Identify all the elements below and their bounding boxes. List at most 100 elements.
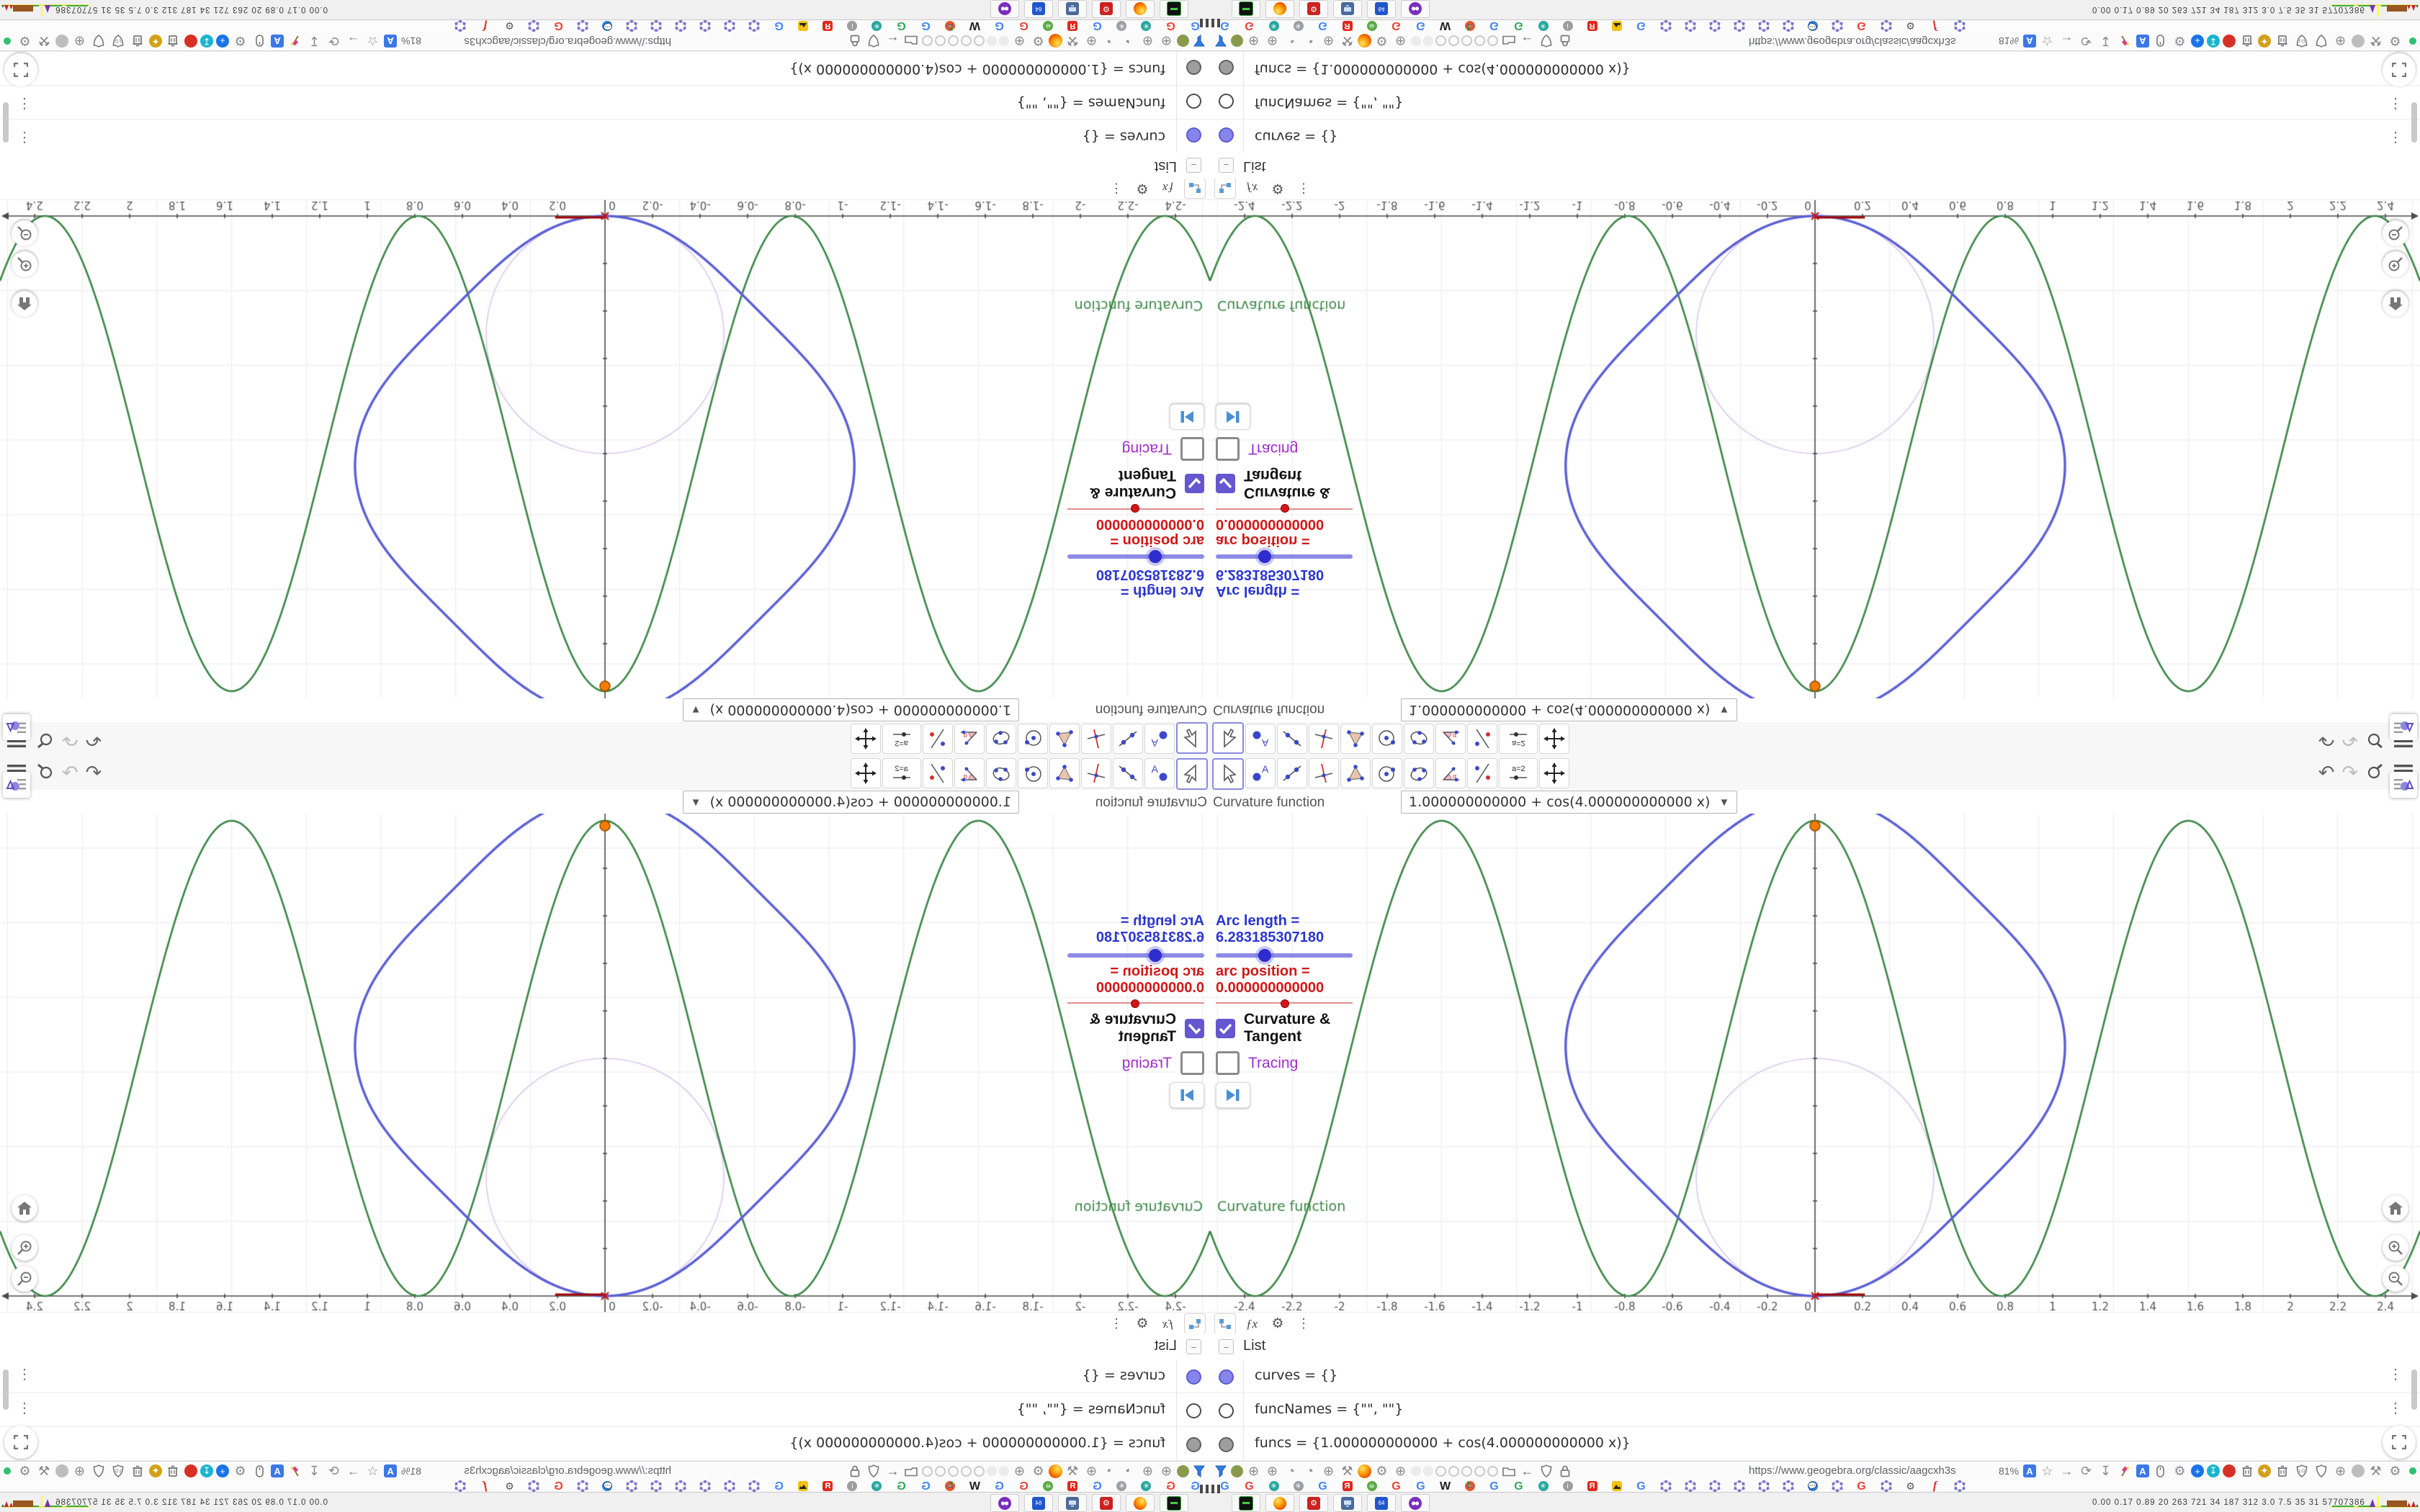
browser-action-icon[interactable]: ⚒ xyxy=(36,1462,53,1480)
conic-tool[interactable] xyxy=(986,724,1016,754)
reflect-tool[interactable] xyxy=(923,758,953,788)
search-icon[interactable] xyxy=(35,761,55,785)
address-bar-url[interactable]: https://www.geogebra.org/classic/aagcxh3… xyxy=(1749,35,1956,48)
bookmark-favicon[interactable]: f xyxy=(476,20,494,32)
bookmark-favicon[interactable]: i xyxy=(843,1481,861,1492)
fx-icon[interactable]: ƒx xyxy=(1158,1314,1178,1333)
bookmark-favicon[interactable] xyxy=(1706,20,1724,32)
mouse-icon[interactable] xyxy=(2152,1462,2169,1480)
slider-tool[interactable]: a=2 xyxy=(1499,724,1538,754)
gear-icon[interactable]: ⚙ xyxy=(1030,32,1047,50)
visibility-marble[interactable] xyxy=(1219,1369,1234,1385)
browser-action-icon[interactable]: ⊕ xyxy=(71,32,88,50)
kebab-icon[interactable]: ⋮ xyxy=(17,1399,32,1417)
browser-action-icon[interactable]: ⊕ xyxy=(2332,1462,2349,1480)
bookmark-favicon[interactable]: 🦆 xyxy=(941,1481,959,1492)
bookmark-favicon[interactable]: G xyxy=(990,1480,1008,1493)
arc-length-slider[interactable] xyxy=(1067,949,1204,962)
browser-action-icon[interactable]: → xyxy=(2058,32,2075,50)
bookmark-favicon[interactable]: G xyxy=(917,20,935,32)
taskbar-app-terminal[interactable] xyxy=(1160,0,1188,18)
lock-icon[interactable] xyxy=(847,1462,864,1480)
shield-icon[interactable] xyxy=(2313,32,2329,50)
visibility-marble[interactable] xyxy=(1219,1437,1234,1452)
dropdown-caret-icon[interactable]: ▼ xyxy=(691,796,702,809)
shield-icon[interactable]: LO xyxy=(2293,32,2310,50)
browser-action-icon[interactable]: ⚙ xyxy=(2387,32,2403,50)
kebab-icon[interactable]: ⋮ xyxy=(17,1365,32,1383)
home-button[interactable] xyxy=(12,291,37,317)
gear-icon[interactable]: ⚙ xyxy=(1132,179,1152,198)
kebab-icon[interactable]: ⋮ xyxy=(2388,95,2403,113)
bookmark-favicon[interactable]: G xyxy=(1412,1480,1430,1492)
bookmark-favicon[interactable]: ✳ xyxy=(868,21,886,32)
bookmark-favicon[interactable]: G xyxy=(1314,20,1332,32)
gear-icon[interactable]: ⚙ xyxy=(1132,1314,1152,1333)
pin-icon[interactable] xyxy=(287,32,303,50)
move-tool[interactable] xyxy=(1176,758,1208,790)
extension-circle-icon[interactable]: + xyxy=(2191,1464,2204,1477)
bookmark-favicon[interactable]: ☠ xyxy=(1039,1481,1057,1492)
shield-icon[interactable]: LO xyxy=(110,32,127,50)
arc-length-slider[interactable] xyxy=(1216,949,1353,962)
firefox-icon[interactable] xyxy=(1358,1464,1371,1478)
browser-action-icon[interactable]: ☆ xyxy=(2039,1462,2056,1480)
bookmark-favicon[interactable]: G xyxy=(1162,20,1180,32)
lock-icon[interactable] xyxy=(1556,1462,1573,1480)
scrollbar-thumb[interactable] xyxy=(3,1369,9,1410)
extension-circle-icon[interactable]: ✦ xyxy=(149,35,162,48)
perpendicular-line-tool[interactable] xyxy=(1081,724,1111,754)
trash-icon[interactable] xyxy=(2274,1462,2290,1480)
reflect-tool[interactable] xyxy=(1467,724,1497,754)
bookmark-favicon[interactable]: Я xyxy=(1338,21,1356,32)
extension-circle-icon[interactable] xyxy=(2352,1464,2365,1477)
bookmark-favicon[interactable]: ☠ xyxy=(1363,1481,1381,1492)
bookmark-favicon[interactable]: ⚙ xyxy=(1901,1480,1919,1492)
pin-icon[interactable] xyxy=(2117,1462,2133,1480)
browser-action-icon[interactable]: ☆ xyxy=(2039,32,2056,50)
shield-icon[interactable] xyxy=(91,32,107,50)
algebra-row[interactable]: curves = {} ⋮ xyxy=(1210,119,2420,153)
olive-icon[interactable] xyxy=(1177,35,1189,48)
arc-length-slider[interactable] xyxy=(1067,550,1204,563)
extension-circle-icon[interactable] xyxy=(184,35,197,48)
browser-action-icon[interactable]: ⚒ xyxy=(2367,32,2384,50)
taskbar-app-red-gear[interactable]: ⚙ xyxy=(1092,1494,1121,1512)
point-tool[interactable]: A xyxy=(1144,724,1175,754)
bookmark-favicon[interactable]: G xyxy=(1314,1480,1332,1492)
globe-icon[interactable]: ⊕ xyxy=(1392,32,1409,50)
bookmark-favicon[interactable] xyxy=(1754,20,1773,32)
arc-position-knob[interactable] xyxy=(1131,999,1139,1008)
visibility-marble[interactable] xyxy=(1186,94,1201,109)
algebra-row[interactable]: funcNames = {"", ""} ⋮ xyxy=(0,1393,1210,1427)
trash-icon[interactable] xyxy=(2238,1462,2255,1480)
bookmark-favicon[interactable]: Я xyxy=(819,21,837,32)
bookmark-favicon[interactable] xyxy=(1608,1481,1626,1492)
bookmark-favicon[interactable]: W xyxy=(966,1480,984,1493)
taskbar-app-firefox[interactable] xyxy=(1126,0,1155,18)
address-bar-url[interactable]: https://www.geogebra.org/classic/aagcxh3… xyxy=(464,35,671,48)
gauge-icon[interactable]: ◔ xyxy=(1102,1462,1119,1480)
taskbar-app-firefox[interactable] xyxy=(1126,1494,1155,1512)
bookmark-favicon[interactable] xyxy=(623,20,641,32)
lock-icon[interactable] xyxy=(847,32,864,50)
bookmark-favicon[interactable] xyxy=(452,20,470,32)
bookmark-favicon[interactable]: G xyxy=(1412,20,1430,32)
extension-circle-icon[interactable]: + xyxy=(2191,35,2204,48)
bookmark-favicon[interactable]: G xyxy=(1510,20,1528,32)
function-input[interactable]: 1.000000000000 + cos(4.000000000000 x) ▼ xyxy=(1401,791,1738,814)
algebra-row[interactable]: funcs = {1.000000000000 + cos(4.00000000… xyxy=(1210,51,2420,85)
bookmark-favicon[interactable]: G xyxy=(1632,20,1650,32)
visibility-marble[interactable] xyxy=(1186,1403,1201,1418)
arc-position-slider[interactable] xyxy=(1067,999,1204,1008)
taskbar-app-red-gear[interactable]: ⚙ xyxy=(1299,0,1328,18)
taskbar-app-firefox[interactable] xyxy=(1265,1494,1294,1512)
bookmark-favicon[interactable]: G xyxy=(990,20,1008,32)
bookmark-favicon[interactable]: G xyxy=(770,1480,788,1493)
shield-icon[interactable] xyxy=(1538,1462,1554,1480)
taskbar-app-purple-mask[interactable] xyxy=(990,0,1019,18)
bookmark-favicon[interactable] xyxy=(745,20,763,32)
gear-icon[interactable]: ⚙ xyxy=(1373,32,1390,50)
browser-action-icon[interactable]: → xyxy=(345,1462,362,1480)
polygon-tool[interactable] xyxy=(1049,724,1080,754)
